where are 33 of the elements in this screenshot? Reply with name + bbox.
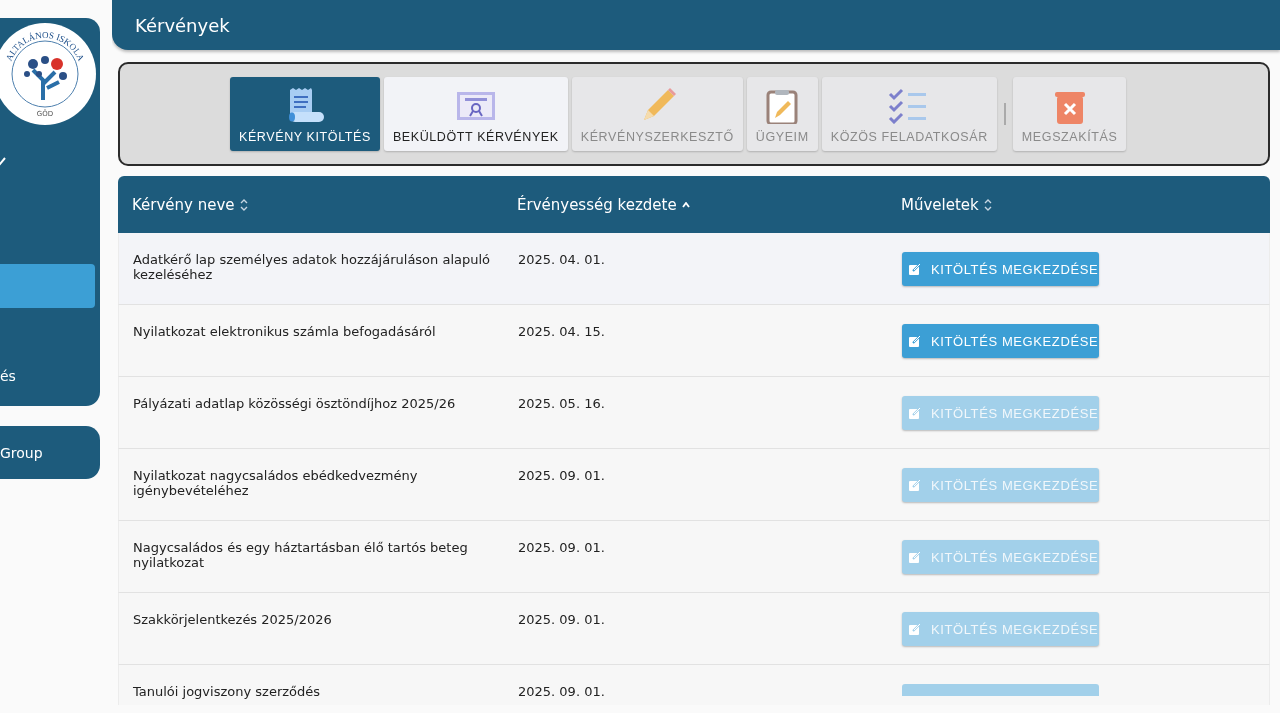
table-cell-text: Tanulói jogviszony szerződés — [133, 683, 322, 701]
table-cell-text: 2025. 09. 01. — [518, 467, 606, 485]
table-cell-text: 2025. 04. 15. — [518, 323, 606, 341]
edit-icon — [908, 550, 922, 564]
edit-icon — [908, 262, 922, 276]
column-header[interactable]: Kérvény neve — [132, 195, 235, 214]
toolbar-tab[interactable]: KÉRVÉNY KITÖLTÉS — [230, 77, 380, 151]
sidebar-link[interactable]: Group — [0, 444, 43, 461]
edit-icon — [908, 478, 922, 492]
table-cell-text: Nyilatkozat elektronikus számla befogadásáról — [133, 323, 437, 341]
sidebar-item[interactable]: és — [0, 354, 95, 398]
table-cell-text: 2025. 09. 01. — [518, 539, 606, 557]
column-header[interactable]: Érvényesség kezdete — [517, 195, 677, 214]
table-cell-text: Pályázati adatlap közösségi ösztöndíjhoz 2025/26 — [133, 395, 457, 413]
edit-icon — [908, 406, 922, 420]
table-cell-text: 2025. 05. 16. — [518, 395, 606, 413]
page-title: Kérvények — [135, 14, 230, 36]
toolbar-tab[interactable]: BEKÜLDÖTT KÉRVÉNYEK — [383, 77, 568, 151]
table-cell-text: 2025. 09. 01. — [518, 611, 606, 629]
table-cell-text: 2025. 04. 01. — [518, 251, 606, 269]
sort-icon[interactable] — [983, 198, 992, 211]
edit-icon — [908, 334, 922, 348]
start-filling-button[interactable]: KITÖLTÉS MEGKEZDÉSE — [902, 324, 1099, 358]
table-cell-text: 2025. 09. 01. — [518, 683, 606, 701]
table-cell-text: Szakkörjelentkezés 2025/2026 — [133, 611, 333, 629]
sort-icon[interactable] — [239, 198, 248, 211]
sort-ascending-icon[interactable] — [681, 201, 690, 208]
column-header[interactable]: Műveletek — [901, 195, 979, 214]
edit-icon — [908, 622, 922, 636]
start-filling-button[interactable]: KITÖLTÉS MEGKEZDÉSE — [902, 252, 1099, 286]
table-cell-text: Adatkérő lap személyes adatok hozzájáruláson alapuló kezeléséhez — [133, 251, 492, 284]
table-cell-text: Nagycsaládos és egy háztartásban élő tartós beteg nyilatkozat — [133, 539, 469, 572]
table-cell-text: Nyilatkozat nagycsaládos ebédkedvezmény igénybevételéhez — [133, 467, 419, 500]
